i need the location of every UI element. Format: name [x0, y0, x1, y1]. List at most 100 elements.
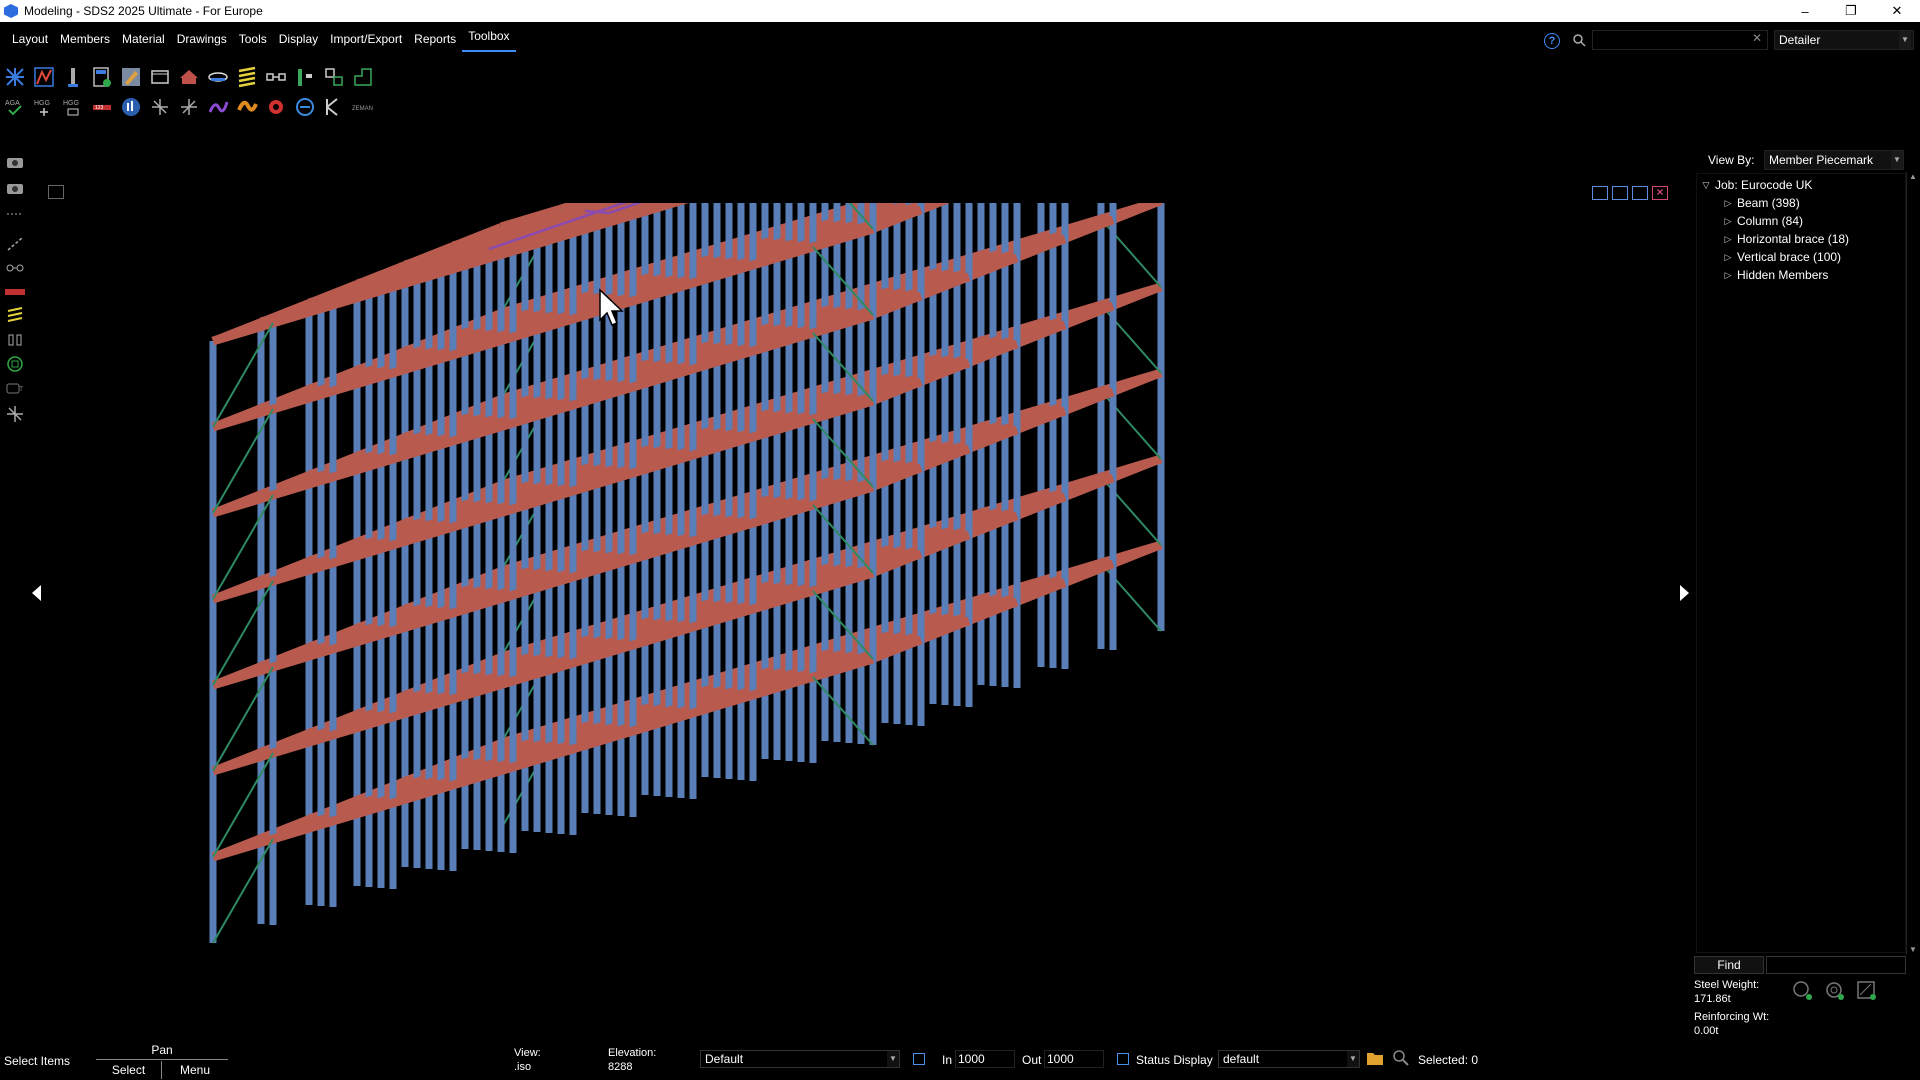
split-horizontal-icon[interactable]	[1612, 186, 1628, 200]
calculator-icon[interactable]	[89, 65, 115, 89]
tree-item-vertical-brace[interactable]: ▷ Vertical brace (100)	[1723, 248, 1842, 266]
menu-import-export[interactable]: Import/Export	[324, 22, 408, 58]
split-vertical-icon[interactable]	[1592, 186, 1608, 200]
menu-drawings[interactable]: Drawings	[171, 22, 233, 58]
help-icon[interactable]: ?	[1544, 33, 1560, 49]
frame-icon[interactable]	[292, 65, 318, 89]
move-icon[interactable]	[4, 404, 26, 424]
member-layout-icon[interactable]	[31, 65, 57, 89]
hgg-label: HGG	[34, 100, 50, 107]
gear-red-icon[interactable]	[263, 95, 289, 119]
status-display-checkbox[interactable]	[1117, 1053, 1129, 1065]
single-view-icon[interactable]	[1632, 186, 1648, 200]
find-selection-icon[interactable]	[1392, 1049, 1410, 1067]
status-display-select[interactable]: default ▼	[1218, 1050, 1360, 1068]
find-input[interactable]	[1766, 956, 1906, 974]
viewport-layout-icon[interactable]	[48, 185, 64, 199]
expand-icon[interactable]: ▷	[1723, 216, 1733, 226]
tree-item-beam[interactable]: ▷ Beam (398)	[1723, 194, 1800, 212]
cursor-k-icon[interactable]	[321, 95, 347, 119]
zeman-icon[interactable]: ZEMAN	[350, 95, 376, 119]
weight-report-icon[interactable]	[1856, 980, 1878, 1002]
mode-select-button[interactable]: Select	[96, 1061, 162, 1079]
collapse-icon[interactable]: ▽	[1701, 180, 1711, 190]
close-view-icon[interactable]: ×	[1652, 186, 1668, 200]
out-input[interactable]: 1000	[1044, 1050, 1104, 1068]
edit-icon[interactable]	[118, 65, 144, 89]
minimize-button[interactable]: –	[1782, 0, 1828, 22]
node-alt-icon[interactable]	[176, 95, 202, 119]
link-icon[interactable]	[4, 258, 26, 278]
chevron-down-icon: ▼	[1891, 151, 1903, 169]
close-button[interactable]: ✕	[1874, 0, 1920, 22]
status-prompt: Select Items	[4, 1054, 71, 1068]
model-viewport[interactable]	[48, 203, 1675, 1038]
menu-display[interactable]: Display	[273, 22, 324, 58]
stripes-icon[interactable]	[4, 306, 26, 326]
menu-members[interactable]: Members	[54, 22, 116, 58]
orange-tool-icon[interactable]	[234, 95, 260, 119]
plan-icon[interactable]	[350, 65, 376, 89]
menu-material[interactable]: Material	[116, 22, 171, 58]
search-clear-icon[interactable]: ✕	[1752, 31, 1762, 45]
search-input[interactable]	[1592, 30, 1768, 50]
depth-checkbox[interactable]	[913, 1053, 925, 1065]
tree-root[interactable]: ▽ Job: Eurocode UK	[1701, 176, 1813, 194]
restore-button[interactable]: ❐	[1828, 0, 1874, 22]
camera-alt-icon[interactable]	[4, 178, 26, 198]
stripes-icon[interactable]	[234, 65, 260, 89]
chart-icon[interactable]	[118, 95, 144, 119]
weight-calc-icon[interactable]	[1792, 980, 1814, 1002]
stair-icon[interactable]	[205, 65, 231, 89]
camera-t-icon[interactable]: T	[4, 378, 26, 398]
mode-pan-button[interactable]: Pan	[96, 1043, 228, 1060]
viewport-left-arrow-icon[interactable]	[32, 585, 41, 601]
layer-select[interactable]: Default ▼	[700, 1050, 900, 1068]
expand-icon[interactable]: ▷	[1723, 198, 1733, 208]
mode-menu-button[interactable]: Menu	[162, 1061, 228, 1079]
expand-icon[interactable]: ▷	[1723, 252, 1733, 262]
menu-reports[interactable]: Reports	[408, 22, 462, 58]
weight-refresh-icon[interactable]	[1824, 980, 1846, 1002]
elevation-icon[interactable]	[321, 65, 347, 89]
scroll-up-icon[interactable]: ▲	[1909, 172, 1917, 181]
hgg-remove-icon[interactable]: HGG	[60, 95, 86, 119]
dotted-line-icon[interactable]	[4, 204, 26, 224]
svg-text:123: 123	[95, 105, 104, 111]
bolt-icon[interactable]	[4, 330, 26, 350]
numbering-icon[interactable]: 123	[89, 95, 115, 119]
auto-check-icon[interactable]: AGA	[2, 95, 28, 119]
expand-icon[interactable]: ▷	[1723, 234, 1733, 244]
expand-icon[interactable]: ▷	[1723, 270, 1733, 280]
window-icon[interactable]	[147, 65, 173, 89]
tree-item-hidden-members[interactable]: ▷ Hidden Members	[1723, 266, 1829, 284]
in-input[interactable]: 1000	[955, 1050, 1015, 1068]
scroll-down-icon[interactable]: ▼	[1909, 945, 1917, 954]
menu-toolbox[interactable]: Toolbox	[462, 22, 516, 52]
column-icon[interactable]	[60, 65, 86, 89]
menu-tools[interactable]: Tools	[233, 22, 273, 58]
hgg-add-icon[interactable]: HGG	[31, 95, 57, 119]
purple-tool-icon[interactable]	[205, 95, 231, 119]
roof-icon[interactable]	[176, 65, 202, 89]
view-by-select[interactable]: Member Piecemark ▼	[1764, 150, 1904, 170]
grid-icon[interactable]	[2, 65, 28, 89]
circle-tool-icon[interactable]	[4, 354, 26, 374]
tree-item-horizontal-brace[interactable]: ▷ Horizontal brace (18)	[1723, 230, 1850, 248]
folder-icon[interactable]	[1366, 1050, 1384, 1066]
reinforcing-weight-value: 0.00t	[1694, 1025, 1719, 1037]
sync-icon[interactable]	[292, 95, 318, 119]
camera-icon[interactable]	[4, 152, 26, 172]
node-icon[interactable]	[147, 95, 173, 119]
measure-icon[interactable]	[4, 234, 26, 254]
numbering-icon[interactable]	[4, 282, 26, 302]
find-button[interactable]: Find	[1694, 956, 1764, 974]
tree-scrollbar[interactable]: ▲ ▼	[1906, 172, 1918, 955]
connection-icon[interactable]	[263, 65, 289, 89]
role-select[interactable]: Detailer ▼	[1774, 30, 1914, 50]
menu-layout[interactable]: Layout	[0, 22, 54, 58]
tree-root-label: Job: Eurocode UK	[1715, 178, 1813, 192]
viewport-right-arrow-icon[interactable]	[1680, 585, 1689, 601]
tree-item-label: Horizontal brace (18)	[1737, 232, 1850, 246]
tree-item-column[interactable]: ▷ Column (84)	[1723, 212, 1804, 230]
